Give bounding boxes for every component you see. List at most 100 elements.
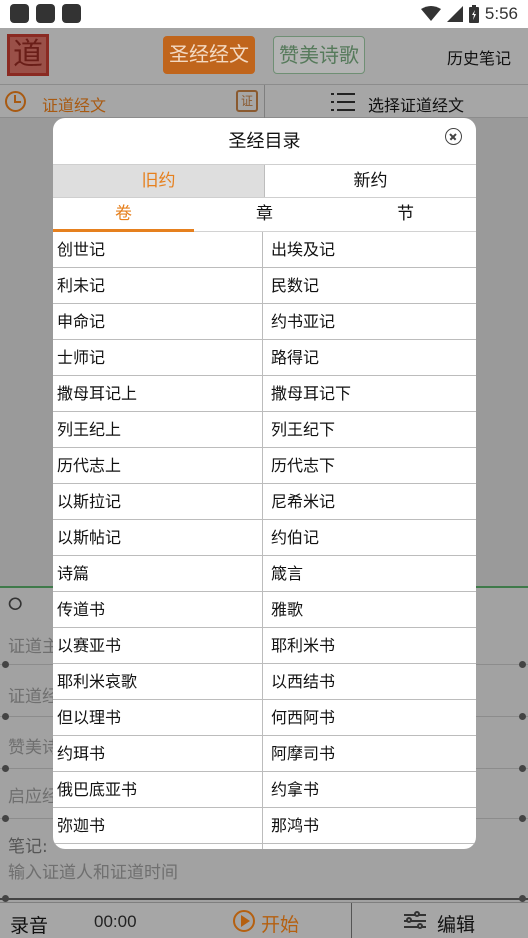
slider-knob: [2, 895, 9, 902]
dialog-title: 圣经目录: [228, 131, 301, 152]
tab-old-testament[interactable]: 旧约: [53, 165, 264, 197]
book-row: 耶利米哀歌 以西结书: [53, 664, 476, 700]
book-item[interactable]: 申命记: [53, 304, 262, 339]
list-icon[interactable]: [331, 91, 355, 113]
book-item[interactable]: 传道书: [53, 592, 262, 627]
book-item[interactable]: 出埃及记: [262, 232, 476, 267]
slider-knob: [519, 895, 526, 902]
record-label: 录音: [10, 915, 49, 937]
book-item[interactable]: 利未记: [53, 268, 262, 303]
book-item[interactable]: 士师记: [53, 340, 262, 375]
book-item[interactable]: 约书亚记: [262, 304, 476, 339]
sliders-icon[interactable]: [404, 911, 426, 931]
notification-icon: [62, 4, 81, 23]
clock-icon[interactable]: [5, 91, 26, 112]
status-bar: 5:56: [0, 0, 528, 28]
book-item[interactable]: 约拿书: [262, 772, 476, 807]
book-item[interactable]: 但以理书: [53, 700, 262, 735]
book-item[interactable]: 以赛亚书: [53, 628, 262, 663]
signal-icon: [446, 6, 463, 22]
app-header: 道 圣经经文 赞美诗歌 历史笔记: [0, 28, 528, 84]
clock-time: 5:56: [484, 4, 518, 23]
book-item[interactable]: 民数记: [262, 268, 476, 303]
book-item[interactable]: 历代志下: [262, 448, 476, 483]
slider-knob: [519, 713, 526, 720]
book-item[interactable]: 哈巴谷书: [53, 844, 262, 849]
notification-icon: [10, 4, 29, 23]
book-item[interactable]: 耶利米哀歌: [53, 664, 262, 699]
history-notes-button[interactable]: 历史笔记: [447, 45, 511, 69]
divider: [0, 898, 528, 900]
book-item[interactable]: 雅歌: [262, 592, 476, 627]
edit-button[interactable]: 编辑: [437, 910, 475, 937]
divider: [351, 903, 352, 938]
slider-knob: [519, 815, 526, 822]
book-item[interactable]: 阿摩司书: [262, 736, 476, 771]
slider-knob: [519, 765, 526, 772]
verse-badge-icon[interactable]: 证: [236, 90, 258, 112]
start-record-button[interactable]: 开始: [261, 910, 299, 937]
testament-tabs: 旧约 新约: [53, 164, 476, 198]
notes-input[interactable]: 输入证道人和证道时间: [8, 858, 178, 883]
bible-index-dialog: 圣经目录 旧约 新约 卷 章 节 创世记 出埃及记 利未记 民数记 申命记 约书亚记 士师记…: [53, 118, 476, 849]
tab-hymns[interactable]: 赞美诗歌: [273, 36, 365, 74]
book-grid: 创世记 出埃及记 利未记 民数记 申命记 约书亚记 士师记 路得记 撒母耳记上 撒母耳记下 列王纪上…: [53, 232, 476, 849]
tab-verse[interactable]: 节: [335, 198, 476, 231]
book-row: 哈巴谷书西番雅书: [53, 844, 476, 849]
hymn-field[interactable]: 赞美诗: [8, 733, 59, 758]
book-row: 以赛亚书 耶利米书: [53, 628, 476, 664]
notes-label: 笔记:: [8, 837, 48, 857]
notification-icon: [36, 4, 55, 23]
record-time: 00:00: [94, 912, 137, 931]
book-item[interactable]: 列王纪上: [53, 412, 262, 447]
book-item[interactable]: 列王纪下: [262, 412, 476, 447]
slider-knob: [519, 661, 526, 668]
book-item[interactable]: 俄巴底亚书: [53, 772, 262, 807]
book-item[interactable]: 以斯拉记: [53, 484, 262, 519]
tab-new-testament[interactable]: 新约: [264, 165, 476, 197]
slider-knob: [2, 661, 9, 668]
select-sermon-verse-button[interactable]: 选择证道经文: [368, 92, 464, 116]
tab-chapter[interactable]: 章: [194, 198, 335, 231]
sermon-verse-field[interactable]: 证道经: [8, 682, 59, 707]
wifi-icon: [420, 6, 441, 21]
book-row: 诗篇 箴言: [53, 556, 476, 592]
share-icon[interactable]: ⭘: [8, 594, 22, 615]
book-item[interactable]: 以西结书: [262, 664, 476, 699]
level-tabs: 卷 章 节: [53, 198, 476, 232]
book-row: 以斯帖记 约伯记: [53, 520, 476, 556]
book-item[interactable]: 路得记: [262, 340, 476, 375]
sermon-topic-field[interactable]: 证道主: [8, 632, 59, 657]
book-item[interactable]: 创世记: [53, 232, 262, 267]
book-item[interactable]: 约伯记: [262, 520, 476, 555]
sermon-toolbar: 证道经文 证 选择证道经文: [0, 84, 528, 119]
slider-knob: [2, 815, 9, 822]
book-item[interactable]: 箴言: [262, 556, 476, 591]
book-item[interactable]: 约珥书: [53, 736, 262, 771]
book-item[interactable]: 耶利米书: [262, 628, 476, 663]
book-item[interactable]: 历代志上: [53, 448, 262, 483]
close-icon[interactable]: [445, 128, 462, 145]
slider-knob: [2, 713, 9, 720]
book-row: 弥迦书 那鸿书: [53, 808, 476, 844]
divider: [264, 85, 265, 119]
book-item[interactable]: 撒母耳记下: [262, 376, 476, 411]
book-item[interactable]: 撒母耳记上: [53, 376, 262, 411]
book-row: 传道书 雅歌: [53, 592, 476, 628]
slider-knob: [2, 765, 9, 772]
book-item[interactable]: 西番雅书: [262, 844, 476, 849]
book-item[interactable]: 尼希米记: [262, 484, 476, 519]
book-item[interactable]: 何西阿书: [262, 700, 476, 735]
record-bar: 录音 00:00 开始 编辑: [0, 902, 528, 938]
responsive-reading-field[interactable]: 启应经: [8, 782, 59, 807]
book-row: 创世记 出埃及记: [53, 232, 476, 268]
book-row: 列王纪上 列王纪下: [53, 412, 476, 448]
book-item[interactable]: 弥迦书: [53, 808, 262, 843]
play-icon[interactable]: [233, 910, 255, 932]
book-item[interactable]: 诗篇: [53, 556, 262, 591]
book-item[interactable]: 那鸿书: [262, 808, 476, 843]
book-row: 撒母耳记上 撒母耳记下: [53, 376, 476, 412]
tab-bible-verses[interactable]: 圣经经文: [163, 36, 255, 74]
tab-book[interactable]: 卷: [53, 198, 194, 232]
book-item[interactable]: 以斯帖记: [53, 520, 262, 555]
